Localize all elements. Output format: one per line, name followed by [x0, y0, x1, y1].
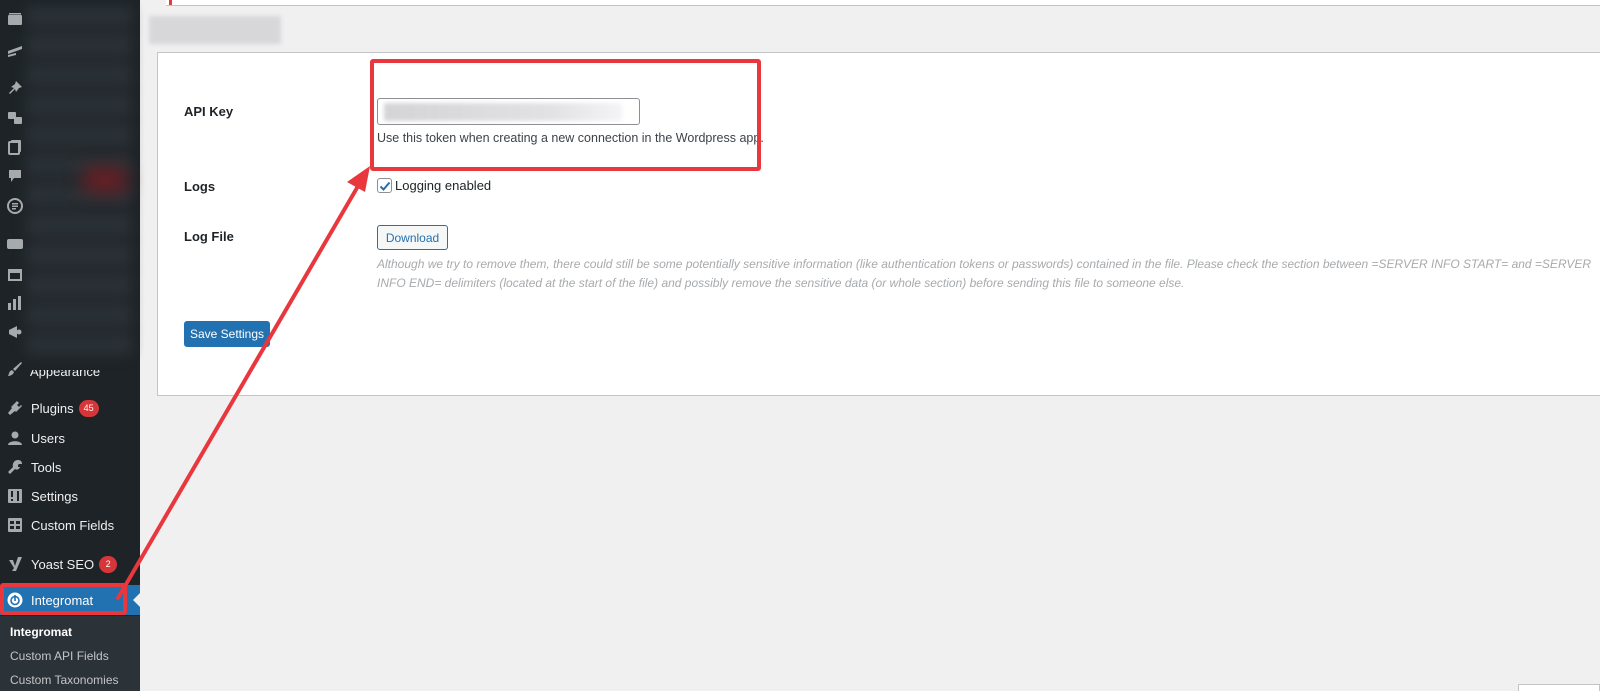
logging-enabled-checkbox[interactable]	[377, 178, 392, 193]
footer-element	[1518, 684, 1600, 691]
checkmark-icon	[379, 181, 390, 191]
integromat-submenu: Integromat Custom API Fields Custom Taxo…	[0, 616, 140, 691]
brush-icon	[7, 361, 23, 377]
blurred-page-title	[149, 16, 281, 44]
save-settings-button[interactable]: Save Settings	[184, 321, 270, 347]
sidebar-item-settings[interactable]: Settings	[0, 481, 140, 511]
log-file-description: Although we try to remove them, there co…	[377, 257, 1592, 290]
products-icon[interactable]	[7, 266, 23, 282]
sidebar-item-custom-fields[interactable]: Custom Fields	[0, 510, 140, 540]
plugin-icon	[7, 400, 23, 416]
pin-icon[interactable]	[7, 80, 23, 96]
analytics-icon[interactable]	[7, 295, 23, 311]
yoast-icon	[7, 556, 23, 572]
sidebar-item-label: Yoast SEO	[31, 556, 95, 572]
active-menu-arrow	[133, 593, 140, 607]
blurred-badge	[84, 168, 126, 192]
sidebar-item-plugins[interactable]: Plugins 45	[0, 393, 140, 423]
sidebar-item-label: Tools	[31, 459, 62, 475]
plugins-update-badge: 45	[78, 399, 99, 417]
wrench-icon	[7, 459, 23, 475]
dashboard-icon[interactable]	[7, 12, 23, 28]
user-icon	[7, 430, 23, 446]
top-notice-strip	[166, 0, 1600, 6]
marketing-icon[interactable]	[7, 324, 23, 340]
comments-icon[interactable]	[7, 168, 23, 184]
sidebar-item-label: Users	[31, 430, 65, 446]
submenu-item-custom-api-fields[interactable]: Custom API Fields	[10, 649, 109, 663]
settings-icon	[7, 488, 23, 504]
sidebar-item-label-appearance: Appearance	[30, 370, 101, 379]
pages-icon[interactable]	[7, 139, 23, 155]
sidebar-item-users[interactable]: Users	[0, 423, 140, 453]
annotation-mark	[169, 0, 172, 5]
table-icon	[7, 517, 23, 533]
sidebar-item-yoast-seo[interactable]: Yoast SEO 2	[0, 549, 140, 579]
sidebar-item-label: Plugins	[31, 400, 74, 416]
forms-icon[interactable]	[7, 198, 23, 214]
woo-icon[interactable]	[7, 236, 23, 252]
submenu-item-custom-taxonomies[interactable]: Custom Taxonomies	[10, 673, 119, 687]
sidebar-item-tools[interactable]: Tools	[0, 452, 140, 482]
logging-enabled-label[interactable]: Logging enabled	[395, 178, 491, 193]
download-log-button[interactable]: Download	[377, 225, 448, 250]
yoast-notification-badge: 2	[99, 555, 118, 573]
sidebar-item-label: Custom Fields	[31, 517, 115, 533]
log-file-label: Log File	[184, 229, 234, 244]
media-icon[interactable]	[7, 110, 23, 126]
submenu-item-integromat[interactable]: Integromat	[10, 625, 72, 639]
highlight-box-integromat	[0, 583, 127, 615]
sidebar-item-label: Settings	[31, 488, 78, 504]
updates-icon[interactable]	[7, 42, 23, 58]
logs-label: Logs	[184, 179, 216, 194]
api-key-label: API Key	[184, 104, 234, 119]
highlight-box-api-key	[370, 59, 761, 171]
